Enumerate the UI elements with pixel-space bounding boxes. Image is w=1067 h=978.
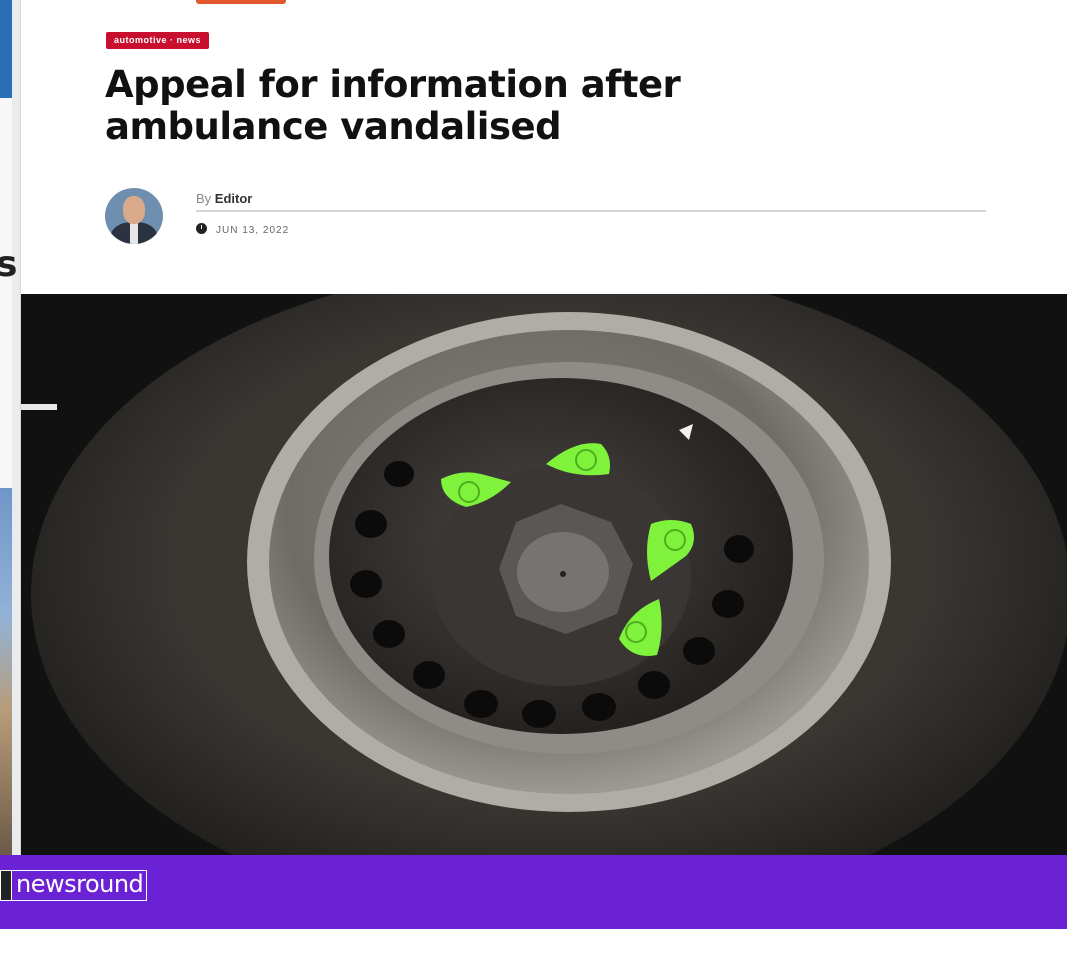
article-photo-wheel: [21, 294, 1067, 858]
byline-divider: [196, 210, 986, 212]
publish-date: JUN 13, 2022: [196, 223, 289, 236]
article-card: automotive · news Appeal for information…: [20, 0, 1067, 858]
article-headline: Appeal for information after ambulance v…: [105, 63, 681, 148]
brand-footer-bar: newsround: [0, 855, 1067, 929]
header-accent-bar: [196, 0, 286, 4]
author-link[interactable]: Editor: [215, 191, 253, 206]
background-page-image: [0, 488, 12, 858]
logo-text: newsround: [16, 870, 144, 898]
author-avatar[interactable]: [105, 188, 163, 244]
newsround-logo-icon[interactable]: newsround: [0, 870, 148, 901]
wheel-illustration: [21, 294, 1067, 858]
background-page-panel: [0, 98, 12, 488]
clock-icon: [196, 223, 207, 234]
publish-date-text: JUN 13, 2022: [216, 225, 290, 236]
byline: By Editor: [196, 191, 252, 206]
category-badge[interactable]: automotive · news: [106, 32, 210, 49]
background-page-letter: s: [0, 244, 18, 285]
byline-prefix: By: [196, 191, 212, 206]
page-bottom-area: [0, 929, 1067, 978]
background-page-edge: s: [0, 0, 20, 858]
logo-mark: [1, 871, 12, 900]
background-page-tab: [0, 0, 12, 98]
